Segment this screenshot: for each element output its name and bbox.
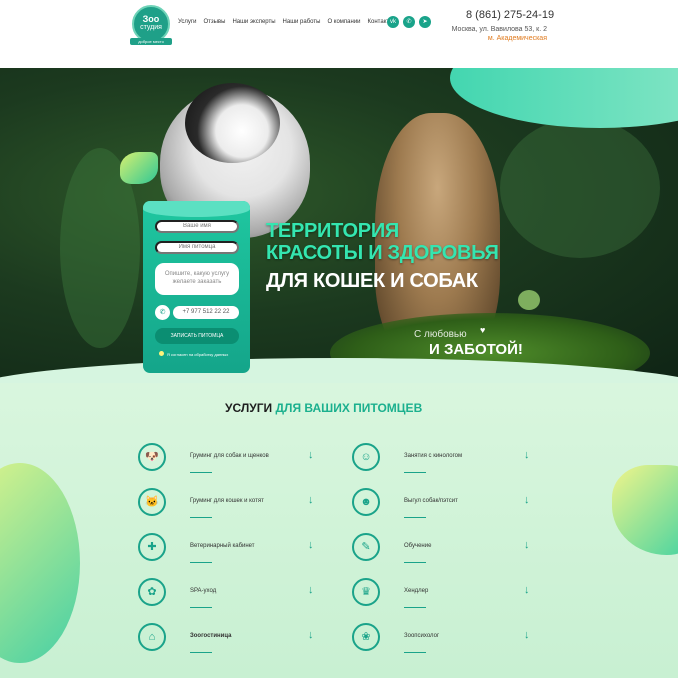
service-label: Выгул собак/пэтсит xyxy=(404,498,458,504)
puppy-head-image xyxy=(185,83,280,163)
education-icon: ✎ xyxy=(352,533,380,561)
site-header: Зоо студия доброе место Услуги Отзывы На… xyxy=(0,0,678,70)
service-item[interactable]: 🐱 Груминг для кошек и котят ↓ xyxy=(138,488,318,518)
service-item[interactable]: ✚ Ветеринарный кабинет ↓ xyxy=(138,533,318,563)
dog-icon: 🐶 xyxy=(138,443,166,471)
phone-field[interactable]: +7 977 512 22 22 xyxy=(173,306,239,319)
nav-item-about[interactable]: О компании xyxy=(327,19,360,25)
social-links: vk ✆ ➤ xyxy=(387,16,431,28)
cat-icon: 🐱 xyxy=(138,488,166,516)
main-nav: Услуги Отзывы Наши эксперты Наши работы … xyxy=(178,19,393,25)
arrow-down-icon[interactable]: ↓ xyxy=(308,449,314,461)
vet-icon: ✚ xyxy=(138,533,166,561)
service-item[interactable]: ♛ Хендлер ↓ xyxy=(352,578,532,608)
phone-icon: ✆ xyxy=(155,305,170,320)
consent-checkbox[interactable]: Я согласен на обработку данных xyxy=(159,351,228,357)
arrow-down-icon[interactable]: ↓ xyxy=(308,494,314,506)
header-address: Москва, ул. Вавилова 53, к. 2 xyxy=(451,26,547,33)
consent-label: Я согласен на обработку данных xyxy=(167,352,229,357)
phone-row: ✆ +7 977 512 22 22 xyxy=(155,305,239,320)
logo-sub: студия xyxy=(140,24,162,31)
nav-item-works[interactable]: Наши работы xyxy=(283,19,321,25)
service-underline xyxy=(190,472,212,473)
services-title: УСЛУГИ ДЛЯ ВАШИХ ПИТОМЦЕВ xyxy=(225,401,422,415)
hero-care-big: И ЗАБОТОЙ! xyxy=(429,341,523,358)
hero-title-line1: ТЕРРИТОРИЯ xyxy=(266,220,399,242)
telegram-icon[interactable]: ➤ xyxy=(419,16,431,28)
spa-icon: ✿ xyxy=(138,578,166,606)
hero-title-line2: КРАСОТЫ И ЗДОРОВЬЯ xyxy=(266,242,499,264)
arrow-down-icon[interactable]: ↓ xyxy=(524,539,530,551)
service-label: Обучение xyxy=(404,543,432,549)
service-description-field[interactable]: Опишите, какую услугу желаете заказать xyxy=(155,263,239,295)
whatsapp-icon[interactable]: ✆ xyxy=(403,16,415,28)
service-label: SPA-уход xyxy=(190,588,217,594)
service-label: Занятия с кинологом xyxy=(404,453,463,459)
service-underline xyxy=(404,517,426,518)
hero-wave-decoration xyxy=(450,68,678,128)
service-item[interactable]: ✎ Обучение ↓ xyxy=(352,533,532,563)
service-underline xyxy=(190,652,212,653)
logo-tagline: доброе место xyxy=(130,38,172,45)
service-underline xyxy=(190,517,212,518)
service-label: Груминг для собак и щенков xyxy=(190,453,269,459)
logo-text: Зоо xyxy=(142,14,160,24)
submit-button[interactable]: ЗАПИСАТЬ ПИТОМЦА xyxy=(155,328,239,344)
right-blob-decoration xyxy=(612,465,678,555)
service-item[interactable]: ✿ SPA-уход ↓ xyxy=(138,578,318,608)
service-underline xyxy=(404,472,426,473)
service-label: Зоогостиница xyxy=(190,633,232,639)
arrow-down-icon[interactable]: ↓ xyxy=(524,629,530,641)
form-top-curve xyxy=(143,201,250,217)
pet-name-field[interactable] xyxy=(155,241,239,254)
services-title-black: УСЛУГИ xyxy=(225,401,273,415)
arrow-down-icon[interactable]: ↓ xyxy=(308,584,314,596)
leaf-decoration xyxy=(120,152,158,184)
service-item[interactable]: ☻ Выгул собак/пэтсит ↓ xyxy=(352,488,532,518)
trainer-icon: ☺ xyxy=(352,443,380,471)
checkbox-icon xyxy=(159,351,164,356)
services-title-green: ДЛЯ ВАШИХ ПИТОМЦЕВ xyxy=(275,401,423,415)
arrow-down-icon[interactable]: ↓ xyxy=(524,449,530,461)
service-underline xyxy=(404,652,426,653)
walk-icon: ☻ xyxy=(352,488,380,516)
service-underline xyxy=(190,562,212,563)
hero-title-line3: ДЛЯ КОШЕК И СОБАК xyxy=(266,270,478,292)
service-item[interactable]: ❀ Зоопсихолог ↓ xyxy=(352,623,532,653)
arrow-down-icon[interactable]: ↓ xyxy=(308,539,314,551)
hero-care-small: С любовью xyxy=(414,329,467,340)
psychologist-icon: ❀ xyxy=(352,623,380,651)
service-item[interactable]: ⌂ Зоогостиница ↓ xyxy=(138,623,318,653)
nav-item-reviews[interactable]: Отзывы xyxy=(203,19,225,25)
service-label: Груминг для кошек и котят xyxy=(190,498,264,504)
hero-background-blur xyxy=(500,118,660,258)
header-metro: м. Академическая xyxy=(487,35,547,42)
arrow-down-icon[interactable]: ↓ xyxy=(524,584,530,596)
leaf-decoration xyxy=(518,290,540,310)
vk-icon[interactable]: vk xyxy=(387,16,399,28)
service-item[interactable]: 🐶 Груминг для собак и щенков ↓ xyxy=(138,443,318,473)
service-underline xyxy=(190,607,212,608)
hotel-icon: ⌂ xyxy=(138,623,166,651)
handler-icon: ♛ xyxy=(352,578,380,606)
arrow-down-icon[interactable]: ↓ xyxy=(308,629,314,641)
hero-section: ТЕРРИТОРИЯ КРАСОТЫ И ЗДОРОВЬЯ ДЛЯ КОШЕК … xyxy=(0,68,678,383)
nav-item-experts[interactable]: Наши эксперты xyxy=(232,19,275,25)
service-label: Ветеринарный кабинет xyxy=(190,543,255,549)
left-blob-decoration xyxy=(0,463,80,663)
services-section: УСЛУГИ ДЛЯ ВАШИХ ПИТОМЦЕВ 🐶 Груминг для … xyxy=(0,383,678,678)
service-underline xyxy=(404,607,426,608)
nav-item-services[interactable]: Услуги xyxy=(178,19,196,25)
header-phone[interactable]: 8 (861) 275-24-19 xyxy=(466,9,554,21)
heart-icon: ♥ xyxy=(480,325,486,335)
name-field[interactable] xyxy=(155,220,239,233)
arrow-down-icon[interactable]: ↓ xyxy=(524,494,530,506)
service-label: Зоопсихолог xyxy=(404,633,440,639)
service-label: Хендлер xyxy=(404,588,429,594)
hero-headline: ТЕРРИТОРИЯ КРАСОТЫ И ЗДОРОВЬЯ ДЛЯ КОШЕК … xyxy=(266,220,499,293)
service-item[interactable]: ☺ Занятия с кинологом ↓ xyxy=(352,443,532,473)
service-underline xyxy=(404,562,426,563)
